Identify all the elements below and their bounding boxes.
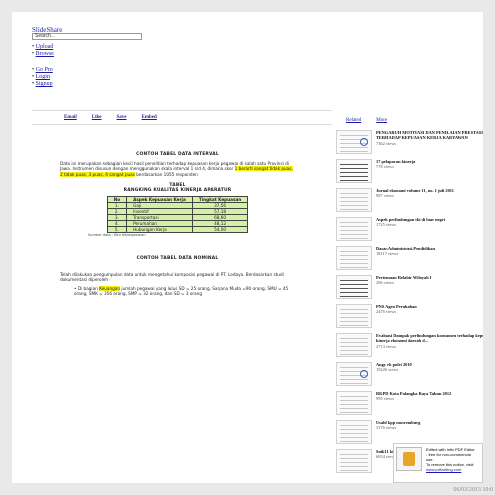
related-thumbnail[interactable] [336,159,372,183]
watermark-notice: Edited with Infix PDF Editor - free for … [393,443,483,483]
table-header: Tingkat Kepuasan [191,196,249,204]
tab-more[interactable]: More [376,118,387,123]
divider [32,124,332,125]
tab-related[interactable]: Related [346,118,361,123]
like-link[interactable]: Like [92,115,102,120]
watermark-link[interactable]: www.pdfwriting.com [426,467,461,472]
related-views: 987 views [376,193,394,199]
doc-heading-nominal: CONTOH TABEL DATA NOMINAL [136,256,219,262]
emblem-icon [360,138,368,146]
save-link[interactable]: Save [117,115,127,120]
related-title[interactable]: PENGARUH MOTIVASI DAN PENILAIAN PRESTASI… [376,130,483,141]
doc-paragraph: Telah dilakukan pengumpulan data untuk m… [60,271,284,282]
related-item[interactable]: Angy rb pofri 2010 19226 views [336,362,483,391]
primary-nav: Upload Browse [32,44,54,58]
table-row: 5. Hubungan Kerja 54,00 [106,226,249,234]
related-title[interactable]: Evaluasi Dampak perlindungan konsumen te… [376,333,483,344]
related-views: 2476 views [376,309,397,315]
doc-paragraph: Data ini merupakan sebagian kecil hasil … [60,161,293,177]
related-thumbnail[interactable] [336,275,372,299]
related-thumbnail[interactable] [336,420,372,444]
related-item[interactable]: Jurnal ekonomi volume 11, no. 1 juli 201… [336,188,483,217]
related-thumbnail[interactable] [336,449,372,473]
related-thumbnail[interactable] [336,333,372,357]
timestamp: 06/03/2013 10:0 [453,487,493,493]
emblem-icon [360,370,368,378]
related-thumbnail[interactable] [336,391,372,415]
watermark-text: - free for non-commercial use. [426,452,471,462]
related-views: 18117 views [376,251,399,257]
browse-link[interactable]: Browse [36,51,54,57]
related-item[interactable]: PENGARUH MOTIVASI DAN PENILAIAN PRESTASI… [336,130,483,159]
action-bar: Email Like Save Embed [64,115,157,120]
related-views: 2713 views [376,343,397,349]
data-table: No Aspek Kepuasan Kerja Tingkat Kepuasan… [106,196,249,234]
document-slide: CONTOH TABEL DATA INTERVAL Data ini meru… [60,132,295,382]
related-thumbnail[interactable] [336,304,372,328]
related-views: 206 views [376,280,394,286]
doc-bullet: • Di bagian Keuangan jumlah pegawai yang… [74,286,289,297]
related-views: 3176 views [376,425,397,431]
related-views: 1725 views [376,222,397,228]
login-link[interactable]: Login [36,74,50,80]
account-nav: Go Pro Login Signup [32,67,53,88]
related-item[interactable]: Evaluasi Dampak perlindungan konsumen te… [336,333,483,362]
go-pro-link[interactable]: Go Pro [36,67,53,73]
sidebar-tabs: Related More [346,118,387,123]
table-source: Sumber data : Biro Kepegawaian [88,233,146,238]
related-thumbnail[interactable] [336,217,372,241]
related-list: PENGARUH MOTIVASI DAN PENILAIAN PRESTASI… [336,130,483,478]
divider [32,110,332,111]
related-item[interactable]: RKPD Kota Palangka Raya Tahun 2012 995 vi… [336,391,483,420]
search-input[interactable]: Search... [32,33,142,40]
related-thumbnail[interactable] [336,246,372,270]
page: SlideShare Search... Upload Browse Go Pr… [12,12,483,483]
related-views: 778 views [376,164,394,170]
related-item[interactable]: Aspek perlindungan tki di luar negri 1725… [336,217,483,246]
related-item[interactable]: Pertemuan Relabir Wilayah I 206 views [336,275,483,304]
table-title: RANGKING KUALITAS KINERJA APARATUR [123,188,232,194]
related-thumbnail[interactable] [336,188,372,212]
doc-heading-interval: CONTOH TABEL DATA INTERVAL [136,152,219,157]
related-thumbnail[interactable] [336,362,372,386]
email-link[interactable]: Email [64,115,77,120]
upload-link[interactable]: Upload [36,44,54,50]
related-item[interactable]: 17 pelaporan kinerja 778 views [336,159,483,188]
table-header: Aspek Kepuasan Kerja [126,196,193,204]
infix-logo-icon [396,447,422,471]
signup-link[interactable]: Signup [36,81,53,87]
related-item[interactable]: Dasar.Administrasi.Pendidikan 18117 views [336,246,483,275]
related-thumbnail[interactable] [336,130,372,154]
embed-link[interactable]: Embed [142,115,157,120]
related-views: 7362 views [376,140,397,146]
related-item[interactable]: PNS Agen Perubahan 2476 views [336,304,483,333]
related-views: 19226 views [376,367,399,373]
related-views: 995 views [376,396,394,402]
